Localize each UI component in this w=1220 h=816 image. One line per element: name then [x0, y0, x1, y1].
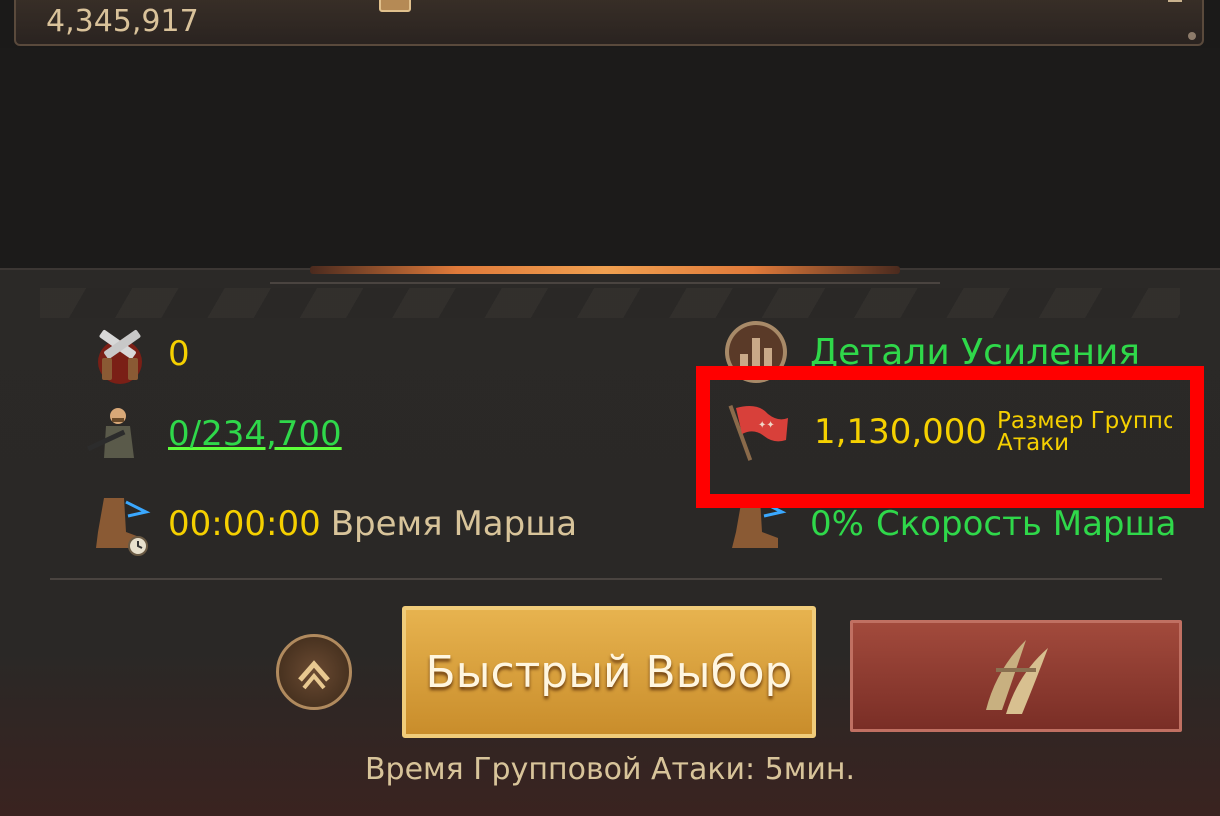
divider	[50, 578, 1162, 580]
quick-select-label: Быстрый Выбор	[425, 646, 793, 698]
corner-mark	[1168, 0, 1182, 2]
march-speed-value: 0%	[810, 504, 864, 544]
power-bar: 4,345,917	[14, 0, 1204, 46]
march-speed-label: Скорость Марша	[875, 504, 1177, 544]
troops-stat[interactable]: 0/234,700	[82, 402, 342, 466]
power-value: 4,345,917	[46, 4, 199, 39]
highlight-box	[696, 366, 1204, 508]
slider-handle[interactable]	[379, 0, 411, 12]
crossed-pistols-icon	[88, 322, 152, 386]
corner-bolt	[1188, 32, 1196, 40]
march-time-value: 00:00:00	[168, 504, 321, 544]
claw-icon	[986, 640, 1048, 714]
weapons-value: 0	[168, 334, 190, 374]
soldier-icon	[82, 402, 146, 466]
weapons-stat: 0	[88, 322, 190, 386]
boot-clock-icon	[88, 492, 152, 556]
troops-value[interactable]: 0/234,700	[168, 414, 342, 454]
attack-button[interactable]	[850, 620, 1182, 732]
panel-stripes	[40, 288, 1180, 318]
march-time-label: Время Марша	[330, 504, 578, 544]
panel-glow	[310, 266, 900, 274]
troop-list-area	[0, 48, 1220, 268]
double-chevron-up-icon	[298, 660, 330, 690]
march-time-stat: 00:00:00 Время Марша	[88, 492, 577, 556]
rally-time-note: Время Групповой Атаки: 5мин.	[364, 752, 856, 787]
collapse-button[interactable]	[276, 634, 352, 710]
quick-select-button[interactable]: Быстрый Выбор	[402, 606, 816, 738]
